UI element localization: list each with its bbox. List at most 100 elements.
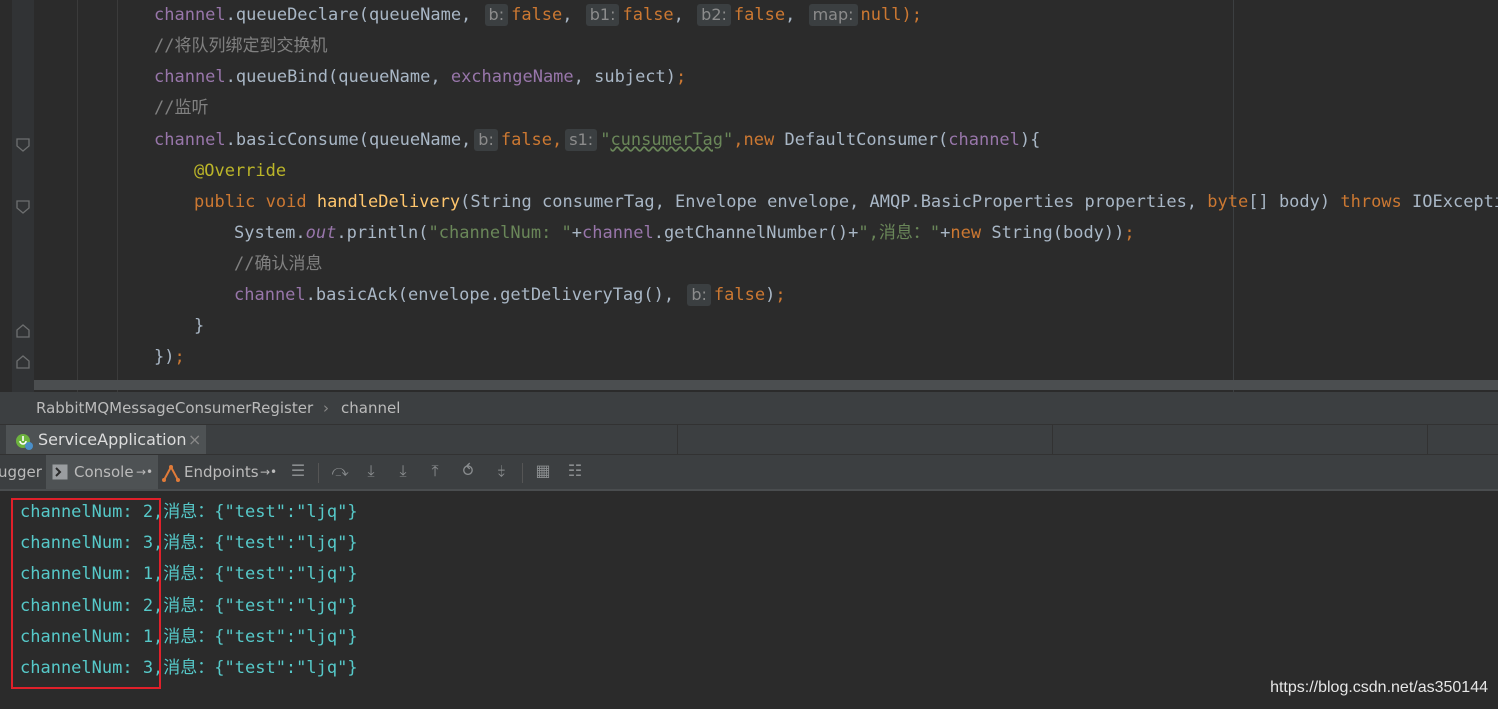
spring-boot-icon <box>16 434 33 450</box>
evaluate-expression-icon[interactable]: ▦ <box>533 461 553 481</box>
code-token: false <box>713 285 766 305</box>
tab-divider <box>677 425 678 455</box>
code-line[interactable]: //将队列绑定到交换机 <box>154 31 327 62</box>
code-token: .basicConsume(queueName, <box>225 130 472 150</box>
drop-frame-icon[interactable]: ⥀ <box>458 461 478 481</box>
indent-guide <box>117 0 118 392</box>
console-icon <box>52 464 68 480</box>
code-token: cunsumerTag <box>610 130 724 150</box>
code-token: channel <box>154 67 226 87</box>
tab-console[interactable]: Console →• <box>46 455 158 489</box>
code-token: throws <box>1340 192 1413 212</box>
trace-icon[interactable]: ☷ <box>565 461 585 481</box>
code-token: ) <box>765 285 776 305</box>
menu-lines-icon[interactable]: ☰ <box>288 461 308 481</box>
code-token: .basicAck(envelope.getDeliveryTag(), <box>305 285 685 305</box>
code-token: [] body) <box>1248 192 1341 212</box>
code-token: //监听 <box>154 98 209 118</box>
code-token: new <box>950 223 992 243</box>
code-token: exchangeName <box>450 67 574 87</box>
code-token: IOException <box>1412 192 1498 212</box>
code-token: ; <box>676 67 687 87</box>
run-tab-label: ServiceApplication <box>38 430 187 449</box>
fold-marker-icon[interactable] <box>16 138 30 152</box>
tab-console-label: Console <box>74 463 134 481</box>
code-token: channel <box>948 130 1020 150</box>
code-line[interactable]: } <box>194 311 204 342</box>
code-token: channel <box>582 223 654 243</box>
highlight-box <box>11 498 161 689</box>
run-tab-service-application[interactable]: ServiceApplication × <box>6 425 206 455</box>
fold-end-icon[interactable] <box>16 324 30 338</box>
code-token: out <box>305 223 337 243</box>
code-line[interactable]: public void handleDelivery(String consum… <box>194 187 1498 218</box>
run-tabs-bar: ServiceApplication × <box>0 424 1498 455</box>
code-token: ",消息：" <box>858 223 941 243</box>
parameter-hint: b: <box>484 4 509 26</box>
breadcrumb-class[interactable]: RabbitMQMessageConsumerRegister <box>36 399 313 417</box>
code-line[interactable]: //确认消息 <box>234 249 322 280</box>
show-execution-point-icon[interactable]: ⤼ <box>330 461 350 481</box>
pin-icon[interactable]: →• <box>136 455 153 489</box>
parameter-hint: map: <box>808 4 858 26</box>
code-token: , <box>552 130 563 150</box>
step-over-icon[interactable]: ⤓ <box>361 461 381 481</box>
code-token: //将队列绑定到交换机 <box>154 36 328 56</box>
code-token: (String consumerTag, Envelope envelope, … <box>460 192 1208 212</box>
code-token: } <box>194 316 205 336</box>
tab-endpoints[interactable]: Endpoints →• <box>160 455 280 489</box>
parameter-hint: s1: <box>565 129 598 151</box>
code-editor[interactable]: channel.queueDeclare(queueName, b: false,… <box>0 0 1498 392</box>
code-token: ; <box>174 347 185 367</box>
pin-icon[interactable]: →• <box>260 455 277 489</box>
code-line[interactable]: }); <box>154 342 185 373</box>
code-token: channel <box>234 285 306 305</box>
code-token: .getChannelNumber()+ <box>653 223 859 243</box>
code-token: handleDelivery <box>316 192 461 212</box>
parameter-hint: b: <box>474 129 498 151</box>
code-line[interactable]: channel.queueDeclare(queueName, b: false,… <box>154 0 922 31</box>
close-icon[interactable]: × <box>188 430 201 449</box>
code-token: DefaultConsumer( <box>784 130 949 150</box>
tab-divider <box>1052 425 1053 455</box>
code-token: .queueDeclare(queueName, <box>225 5 482 25</box>
code-token: new <box>743 130 785 150</box>
tab-divider <box>1427 425 1428 455</box>
code-token: channel <box>154 130 226 150</box>
step-into-icon[interactable]: ⤓ <box>393 461 413 481</box>
tab-debugger[interactable]: ugger <box>0 455 42 489</box>
code-line[interactable]: @Override <box>194 156 286 187</box>
watermark: https://blog.csdn.net/as350144 <box>1270 679 1488 696</box>
code-line[interactable]: System.out.println("channelNum: "+channe… <box>234 218 1135 249</box>
fold-marker-icon[interactable] <box>16 200 30 214</box>
code-token: , <box>785 5 806 25</box>
code-token: ; <box>1124 223 1135 243</box>
code-token: channel <box>154 5 226 25</box>
toolbar-separator <box>318 463 319 483</box>
code-token: false <box>622 5 674 25</box>
code-line[interactable]: channel.queueBind(queueName, exchangeNam… <box>154 62 686 93</box>
code-token: + <box>940 223 951 243</box>
code-token: ); <box>901 5 922 25</box>
code-line[interactable]: channel.basicConsume(queueName, b: false, s… <box>154 125 1040 156</box>
code-token: , subject) <box>573 67 677 87</box>
code-line[interactable]: //监听 <box>154 93 208 124</box>
breadcrumb-member[interactable]: channel <box>341 399 400 417</box>
code-token: false <box>500 130 553 150</box>
code-token: false <box>511 5 563 25</box>
step-out-icon[interactable]: ⤒ <box>425 461 445 481</box>
code-token: , <box>562 5 583 25</box>
fold-end-icon[interactable] <box>16 355 30 369</box>
code-token: null <box>860 5 902 25</box>
parameter-hint: b: <box>687 284 711 306</box>
parameter-hint: b2: <box>697 4 731 26</box>
run-to-cursor-icon[interactable]: ⤈ <box>491 461 511 481</box>
code-token: , <box>733 130 744 150</box>
code-token: " <box>600 130 611 150</box>
code-token: "channelNum: " <box>428 223 572 243</box>
code-token: + <box>571 223 583 243</box>
horizontal-scrollbar[interactable] <box>34 380 1498 390</box>
code-line[interactable]: channel.basicAck(envelope.getDeliveryTag… <box>234 280 786 311</box>
code-token: public void <box>194 192 317 212</box>
code-token: " <box>723 130 734 150</box>
